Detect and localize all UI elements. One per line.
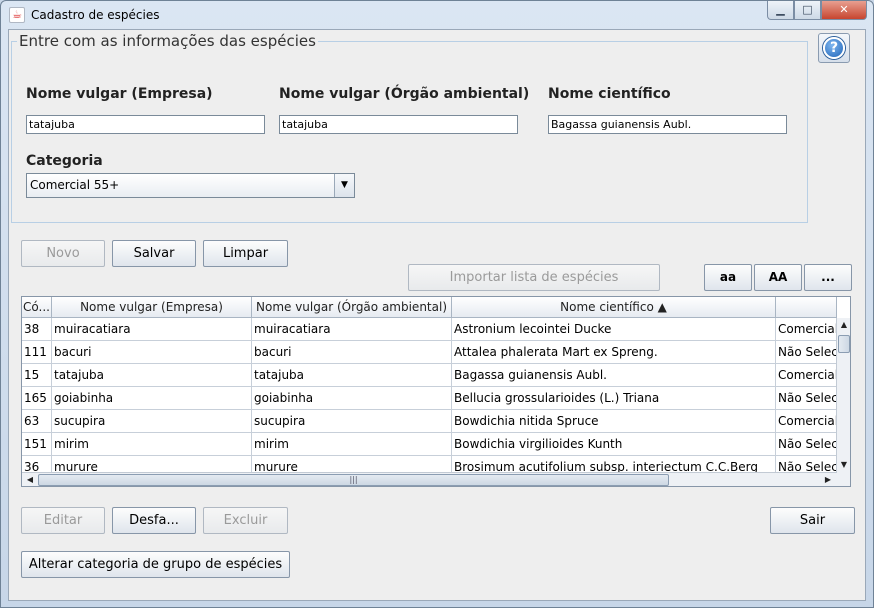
maximize-button[interactable]: □ [794, 1, 821, 20]
scroll-right-icon[interactable]: ▶ [821, 473, 835, 486]
help-button[interactable]: ? [818, 33, 850, 63]
close-button[interactable]: ✕ [821, 1, 867, 20]
table-header: Có... Nome vulgar (Empresa) Nome vulgar … [22, 297, 837, 318]
nome-orgao-input[interactable] [279, 115, 518, 134]
nome-orgao-label: Nome vulgar (Órgão ambiental) [279, 86, 530, 102]
question-icon: ? [823, 37, 845, 59]
scroll-left-icon[interactable]: ◀ [23, 473, 37, 486]
cell-nome-orgao: tatajuba [252, 364, 452, 387]
cell-nome-cientifico: Attalea phalerata Mart ex Spreng. [452, 341, 776, 364]
cell-nome-empresa: bacuri [52, 341, 252, 364]
limpar-button[interactable]: Limpar [203, 240, 288, 267]
categoria-label: Categoria [26, 153, 103, 169]
cell-categoria: Não Selec [776, 387, 837, 410]
cell-categoria: Não Selec [776, 433, 837, 456]
scroll-up-icon[interactable]: ▲ [837, 318, 850, 332]
table-row[interactable]: 15 tatajuba tatajuba Bagassa guianensis … [22, 364, 837, 387]
horizontal-scrollbar[interactable]: ◀ ||| ▶ [22, 472, 837, 486]
scroll-down-icon[interactable]: ▼ [837, 458, 850, 472]
column-header-nome-cientifico[interactable]: Nome científico ▲ [452, 297, 776, 318]
java-icon: ☕ [9, 7, 25, 23]
table-row[interactable]: 165 goiabinha goiabinha Bellucia grossul… [22, 387, 837, 410]
window-content: Entre com as informações das espécies ? … [8, 29, 866, 601]
novo-button[interactable]: Novo [21, 240, 105, 267]
sair-button[interactable]: Sair [770, 507, 855, 534]
cell-nome-cientifico: Bowdichia virgilioides Kunth [452, 433, 776, 456]
vertical-scroll-thumb[interactable] [838, 335, 850, 353]
column-header-nome-empresa[interactable]: Nome vulgar (Empresa) [52, 297, 252, 318]
main-window: ☕ Cadastro de espécies ▁ □ ✕ Entre com a… [0, 0, 874, 608]
cell-codigo: 165 [22, 387, 52, 410]
table-row[interactable]: 63 sucupira sucupira Bowdichia nitida Sp… [22, 410, 837, 433]
table-row[interactable]: 38 muiracatiara muiracatiara Astronium l… [22, 318, 837, 341]
cell-nome-orgao: sucupira [252, 410, 452, 433]
species-table: Có... Nome vulgar (Empresa) Nome vulgar … [21, 296, 851, 487]
cell-codigo: 151 [22, 433, 52, 456]
scrollbar-corner [837, 472, 850, 486]
table-row[interactable]: 111 bacuri bacuri Attalea phalerata Mart… [22, 341, 837, 364]
alterar-categoria-button[interactable]: Alterar categoria de grupo de espécies [21, 551, 290, 578]
horizontal-scroll-thumb[interactable]: ||| [38, 474, 669, 486]
chevron-down-icon[interactable]: ▼ [334, 174, 354, 197]
cell-nome-orgao: goiabinha [252, 387, 452, 410]
cell-nome-orgao: muiracatiara [252, 318, 452, 341]
nome-empresa-input[interactable] [26, 115, 265, 134]
title-bar[interactable]: ☕ Cadastro de espécies ▁ □ ✕ [1, 1, 873, 29]
column-header-nome-orgao[interactable]: Nome vulgar (Órgão ambiental) [252, 297, 452, 318]
cell-categoria: Comercial [776, 410, 837, 433]
table-body: 38 muiracatiara muiracatiara Astronium l… [22, 318, 837, 479]
desfazer-button[interactable]: Desfa... [112, 507, 196, 534]
cell-nome-empresa: sucupira [52, 410, 252, 433]
window-title: Cadastro de espécies [31, 8, 160, 22]
group-title: Entre com as informações das espécies [17, 32, 318, 50]
cell-codigo: 15 [22, 364, 52, 387]
cell-codigo: 38 [22, 318, 52, 341]
salvar-button[interactable]: Salvar [112, 240, 196, 267]
cell-nome-cientifico: Astronium lecointei Ducke [452, 318, 776, 341]
column-header-codigo[interactable]: Có... [22, 297, 52, 318]
excluir-button[interactable]: Excluir [203, 507, 288, 534]
nome-cientifico-label: Nome científico [548, 86, 671, 102]
cell-nome-cientifico: Bagassa guianensis Aubl. [452, 364, 776, 387]
cell-nome-empresa: goiabinha [52, 387, 252, 410]
categoria-select[interactable]: Comercial 55+ ▼ [26, 173, 355, 198]
nome-cientifico-input[interactable] [548, 115, 787, 134]
cell-nome-orgao: bacuri [252, 341, 452, 364]
importar-button[interactable]: Importar lista de espécies [408, 264, 660, 291]
cell-categoria: Não Selec [776, 341, 837, 364]
lowercase-button[interactable]: aa [704, 264, 752, 291]
cell-nome-empresa: tatajuba [52, 364, 252, 387]
table-row[interactable]: 151 mirim mirim Bowdichia virgilioides K… [22, 433, 837, 456]
categoria-value: Comercial 55+ [30, 178, 120, 192]
minimize-button[interactable]: ▁ [767, 1, 794, 20]
column-header-categoria[interactable] [776, 297, 837, 318]
more-button[interactable]: ... [804, 264, 852, 291]
cell-nome-orgao: mirim [252, 433, 452, 456]
uppercase-button[interactable]: AA [754, 264, 802, 291]
cell-nome-empresa: muiracatiara [52, 318, 252, 341]
cell-categoria: Comercial [776, 364, 837, 387]
cell-nome-cientifico: Bowdichia nitida Spruce [452, 410, 776, 433]
editar-button[interactable]: Editar [21, 507, 105, 534]
cell-nome-cientifico: Bellucia grossularioides (L.) Triana [452, 387, 776, 410]
window-controls: ▁ □ ✕ [767, 1, 867, 21]
cell-nome-empresa: mirim [52, 433, 252, 456]
vertical-scrollbar[interactable]: ▲ ▼ [836, 318, 850, 473]
cell-codigo: 63 [22, 410, 52, 433]
nome-empresa-label: Nome vulgar (Empresa) [26, 86, 213, 102]
cell-categoria: Comercial [776, 318, 837, 341]
cell-codigo: 111 [22, 341, 52, 364]
